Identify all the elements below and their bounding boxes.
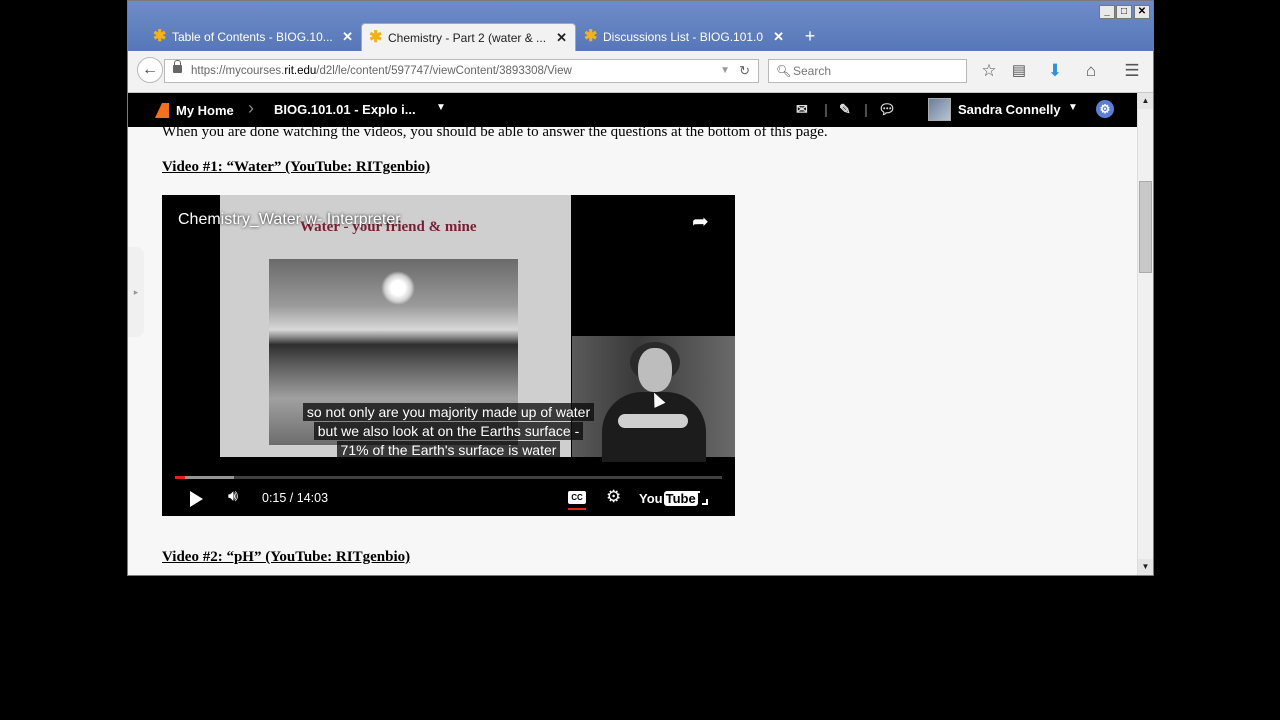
avatar[interactable] [928,98,951,121]
caption-text: so not only are you majority made up of … [302,403,595,421]
d2l-favicon-icon: ✱ [153,28,167,45]
tab-label: Chemistry - Part 2 (water & ... [388,31,547,45]
scroll-down-icon[interactable]: ▼ [1138,559,1153,575]
lock-icon [173,60,182,73]
d2l-logo-icon [155,103,169,118]
caption-line: so not only are you majority made up of … [162,403,735,421]
breadcrumb-separator-icon: › [248,98,254,118]
fullscreen-icon[interactable] [694,491,708,505]
video2-heading: Video #2: “pH” (YouTube: RITgenbio) [162,549,411,565]
scroll-up-icon[interactable]: ▲ [1138,93,1153,109]
page-content: ▸ When you are done watching the videos,… [128,127,1137,575]
close-tab-icon[interactable]: ✕ [342,23,353,51]
caption-text: but we also look at on the Earths surfac… [313,422,584,440]
reading-list-icon[interactable]: ▤ [1009,61,1029,81]
youtube-logo-you: You [639,491,663,506]
tab-chemistry-part-2[interactable]: ✱ Chemistry - Part 2 (water & ... ✕ [361,23,576,51]
chevron-down-icon[interactable]: ▼ [1068,102,1078,113]
tab-table-of-contents[interactable]: ✱ Table of Contents - BIOG.10... ✕ [146,23,361,51]
sun-image [381,271,415,305]
share-icon[interactable]: ➦ [692,209,709,234]
browser-window: ✱ Table of Contents - BIOG.10... ✕ ✱ Che… [127,0,1154,576]
scroll-thumb[interactable] [1139,181,1152,273]
back-button[interactable]: ← [137,57,163,83]
settings-gear-icon[interactable]: ⚙ [1096,100,1114,118]
youtube-logo[interactable]: You Tube [639,491,698,506]
url-host: rit.edu [284,65,317,77]
bookmark-star-icon[interactable]: ☆ [979,61,999,81]
search-input[interactable]: 🔍︎ Search [768,59,967,83]
user-name[interactable]: Sandra Connelly [958,102,1061,117]
tab-discussions-list[interactable]: ✱ Discussions List - BIOG.101.0... ✕ [577,23,792,51]
volume-icon[interactable]: 🔊︎ [228,488,238,506]
tab-label: Table of Contents - BIOG.10... [172,30,332,44]
tab-strip: ✱ Table of Contents - BIOG.10... ✕ ✱ Che… [128,1,1153,51]
url-path: /d2l/le/content/597747/viewContent/38933… [316,65,572,77]
notification-icon[interactable]: ✎ [839,101,851,119]
url-prefix: https://mycourses. [191,65,285,77]
progress-played [175,476,185,479]
intro-text: When you are done watching the videos, y… [162,127,828,140]
my-home-link[interactable]: My Home [176,103,234,118]
close-tab-icon[interactable]: ✕ [556,24,567,52]
chat-icon[interactable]: 💬︎ [878,101,896,119]
gear-icon[interactable]: ⚙ [606,487,621,507]
d2l-navbar: My Home › BIOG.101.01 - Explo i... ▼ ✉ |… [128,93,1137,127]
address-bar[interactable]: https://mycourses.rit.edu/d2l/le/content… [164,59,759,83]
video1-heading: Video #1: “Water” (YouTube: RITgenbio) [162,159,431,175]
video-title[interactable]: Chemistry_Water w- Interpreter [178,211,401,229]
mail-icon[interactable]: ✉ [796,101,808,119]
vertical-scrollbar[interactable]: ▲ ▼ [1137,93,1153,575]
search-icon: 🔍︎ [776,64,792,78]
navigation-toolbar: ← https://mycourses.rit.edu/d2l/le/conte… [128,51,1153,93]
captions-active-indicator [568,508,586,510]
side-panel-toggle[interactable]: ▸ [128,247,144,337]
course-selector[interactable]: BIOG.101.01 - Explo i... [274,102,416,117]
d2l-favicon-icon: ✱ [584,28,598,45]
close-window-button[interactable]: ✕ [1134,5,1150,19]
maximize-button[interactable]: □ [1116,5,1132,19]
video-time: 0:15 / 14:03 [262,491,329,505]
tab-label: Discussions List - BIOG.101.0... [603,30,763,44]
back-icon: ← [142,61,158,78]
video-progress-bar[interactable] [175,476,722,479]
interpreter-face [638,348,672,392]
video-player[interactable]: Water - your friend & mine Chemistry_Wat… [162,195,735,516]
minimize-button[interactable]: _ [1099,5,1115,19]
download-icon[interactable]: ⬇ [1045,61,1065,81]
search-placeholder: Search [793,64,832,78]
d2l-favicon-icon: ✱ [369,29,383,46]
menu-icon[interactable]: ☰ [1122,61,1142,81]
close-tab-icon[interactable]: ✕ [773,23,784,51]
separator: | [824,101,828,117]
caption-line: but we also look at on the Earths surfac… [162,422,735,440]
new-tab-button[interactable]: + [800,25,820,47]
reload-icon[interactable]: ↻ [739,60,750,82]
separator: | [864,101,868,117]
play-icon[interactable] [190,491,203,507]
home-icon[interactable]: ⌂ [1081,61,1101,81]
caption-line: 71% of the Earth's surface is water [162,441,735,459]
closed-captions-icon[interactable]: CC [568,491,586,504]
caption-text: 71% of the Earth's surface is water [336,441,561,459]
url-dropdown-icon[interactable]: ▼ [720,60,730,82]
youtube-logo-tube: Tube [663,491,698,506]
chevron-down-icon[interactable]: ▼ [436,102,446,113]
